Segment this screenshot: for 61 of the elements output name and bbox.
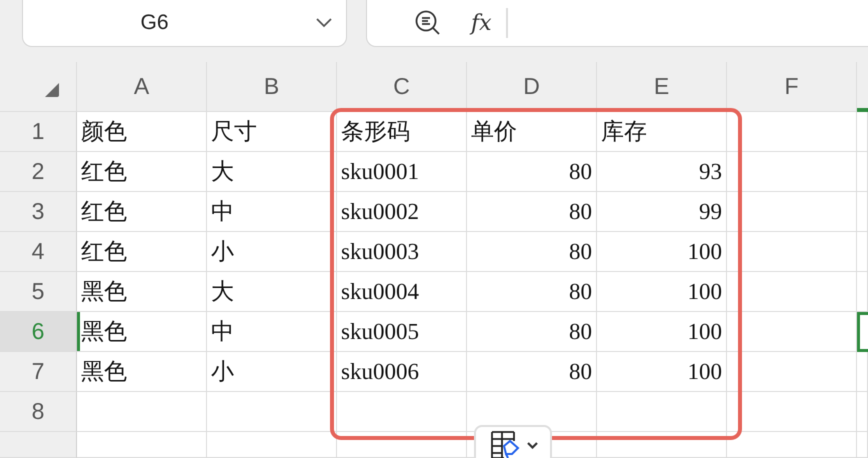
function-button[interactable]: fx <box>471 10 492 36</box>
table-cell: 80 <box>467 352 597 392</box>
table-cell: sku0003 <box>337 232 467 272</box>
table-cell <box>857 232 868 272</box>
selected-cell[interactable] <box>857 312 868 352</box>
table-cell: 尺寸 <box>207 112 337 152</box>
row-header[interactable]: 8 <box>0 392 77 432</box>
table-cell: 100 <box>597 352 727 392</box>
table-cell: sku0001 <box>337 152 467 192</box>
table-cell: 红色 <box>77 232 207 272</box>
table-cell <box>857 272 868 312</box>
table-cell: 红色 <box>77 152 207 192</box>
select-all-icon[interactable] <box>45 83 59 97</box>
table-cell: sku0005 <box>337 312 467 352</box>
table-cell: 80 <box>467 152 597 192</box>
table-cell: 大 <box>207 272 337 312</box>
table-cell <box>857 432 868 458</box>
table-cell: 小 <box>207 232 337 272</box>
table-cell: 80 <box>467 192 597 232</box>
table-cell: 93 <box>597 152 727 192</box>
table-cell: 100 <box>597 232 727 272</box>
table-cell: 80 <box>467 272 597 312</box>
table-cell <box>857 392 868 432</box>
table-cell: sku0004 <box>337 272 467 312</box>
table-cell: 大 <box>207 152 337 192</box>
name-box[interactable]: G6 <box>22 0 347 47</box>
table-cell <box>857 192 868 232</box>
row-header[interactable]: 4 <box>0 232 77 272</box>
table-cell: 100 <box>597 272 727 312</box>
column-header[interactable]: A <box>77 62 207 112</box>
table-cell <box>857 152 868 192</box>
table-cell: 库存 <box>597 112 727 152</box>
table-cell: sku0002 <box>337 192 467 232</box>
column-header[interactable]: B <box>207 62 337 112</box>
table-cell: 黑色 <box>77 312 207 352</box>
table-cell <box>857 352 868 392</box>
table-cell: 中 <box>207 192 337 232</box>
table-cell: 条形码 <box>337 112 467 152</box>
table-cell: 黑色 <box>77 352 207 392</box>
chevron-down-icon <box>316 18 332 28</box>
search-icon[interactable] <box>415 10 441 36</box>
table-cell: 黑色 <box>77 272 207 312</box>
row-header[interactable]: 3 <box>0 192 77 232</box>
table-cell: 80 <box>467 232 597 272</box>
table-cell <box>857 112 868 152</box>
table-cell: 100 <box>597 312 727 352</box>
table-cell: 单价 <box>467 112 597 152</box>
table-cell: 中 <box>207 312 337 352</box>
chevron-down-icon <box>526 442 538 448</box>
table-cell: 颜色 <box>77 112 207 152</box>
row-header[interactable]: 2 <box>0 152 77 192</box>
table-cell: 小 <box>207 352 337 392</box>
paste-options-button[interactable] <box>474 425 552 458</box>
row-header[interactable]: 7 <box>0 352 77 392</box>
row-header[interactable]: 5 <box>0 272 77 312</box>
table-cell: 红色 <box>77 192 207 232</box>
table-cell: 99 <box>597 192 727 232</box>
row-header[interactable]: 1 <box>0 112 77 152</box>
table-cell: 80 <box>467 312 597 352</box>
formula-bar[interactable]: fx <box>366 0 868 47</box>
table-cell: sku0006 <box>337 352 467 392</box>
